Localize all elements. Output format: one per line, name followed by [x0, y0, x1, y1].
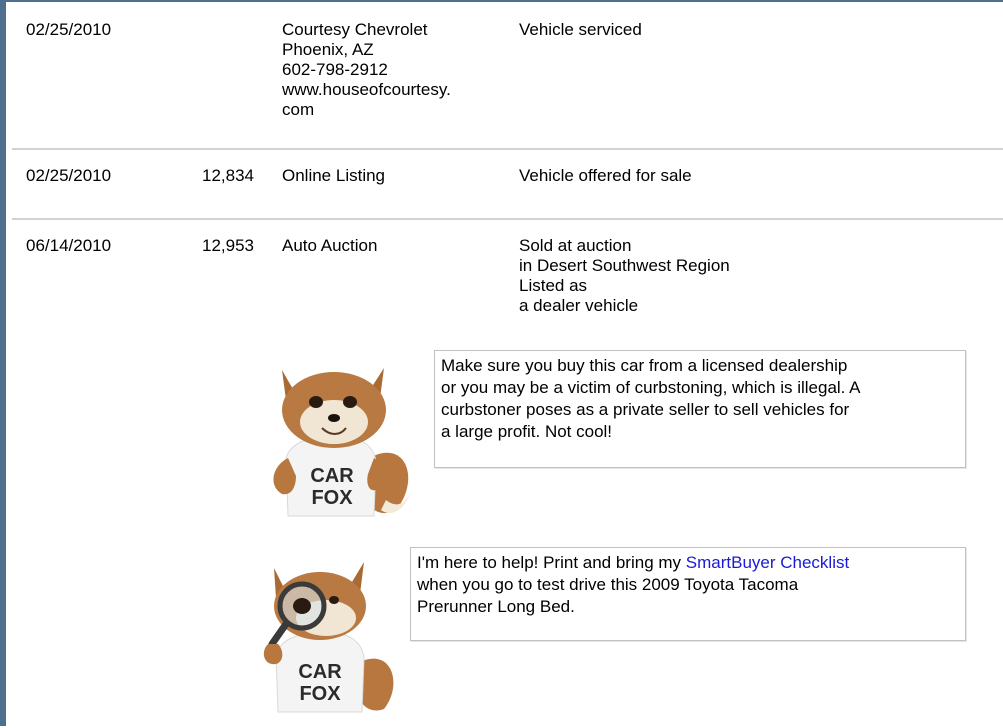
tip-line: when you go to test drive this 2009 Toyo… [417, 575, 799, 594]
record-details: Sold at auction in Desert Southwest Regi… [519, 236, 730, 316]
source-line: Courtesy Chevrolet [282, 20, 428, 39]
carfox-magnifier-mascot-image: CAR FOX [263, 562, 394, 713]
history-record: 02/25/2010 12,834 Online Listing Vehicle… [12, 150, 1003, 220]
source-line: Online Listing [282, 166, 386, 185]
detail-line: in Desert Southwest Region [519, 256, 730, 275]
fox-shirt-text: CAR [310, 465, 354, 487]
record-odometer: 12,834 [202, 166, 254, 185]
detail-line: Vehicle offered for sale [519, 166, 692, 185]
source-line: www.houseofcourtesy. [282, 80, 451, 99]
record-source: Auto Auction [282, 236, 377, 256]
source-line: Phoenix, AZ [282, 40, 374, 59]
history-record: 06/14/2010 12,953 Auto Auction Sold at a… [12, 220, 1003, 728]
carfox-mascot-image: CAR FOX [273, 368, 411, 517]
record-odometer: 12,953 [202, 236, 254, 255]
record-source: Online Listing [282, 166, 385, 186]
record-details: Vehicle offered for sale [519, 166, 692, 186]
tip-line: Prerunner Long Bed. [417, 597, 575, 616]
record-details: Vehicle serviced [519, 20, 642, 40]
history-panel: 02/25/2010 Courtesy Chevrolet Phoenix, A… [0, 0, 1003, 726]
detail-line: a dealer vehicle [519, 296, 639, 315]
history-record: 02/25/2010 Courtesy Chevrolet Phoenix, A… [12, 4, 1003, 150]
source-line: 602-798-2912 [282, 60, 388, 79]
fox-nose-shape [328, 414, 340, 422]
tip-line: Make sure you buy this car from a licens… [441, 356, 848, 375]
fox-arm-shape [263, 644, 283, 665]
record-date: 02/25/2010 [26, 20, 112, 39]
fox-shirt-text: FOX [299, 683, 341, 705]
fox-eye-shape [309, 396, 323, 408]
source-line: Auto Auction [282, 236, 378, 255]
tip-line: a large profit. Not cool! [441, 422, 613, 441]
smartbuyer-tip-callout: I'm here to help! Print and bring my Sma… [410, 547, 966, 641]
detail-line: Sold at auction [519, 236, 632, 255]
magnifying-glass-handle-shape [268, 620, 290, 648]
record-source: Courtesy Chevrolet Phoenix, AZ 602-798-2… [282, 20, 451, 120]
record-date: 06/14/2010 [26, 236, 112, 255]
detail-line: Vehicle serviced [519, 20, 642, 39]
fox-shirt-text: FOX [311, 487, 353, 509]
smartbuyer-checklist-link[interactable]: SmartBuyer Checklist [686, 553, 849, 572]
curbstoning-tip-callout: Make sure you buy this car from a licens… [434, 350, 966, 468]
tip-line: I'm here to help! Print and bring my Sma… [417, 552, 959, 574]
tip-text: I'm here to help! Print and bring my [417, 553, 686, 572]
fox-shirt-text: CAR [298, 661, 342, 683]
detail-line: Listed as [519, 276, 588, 295]
tip-line: curbstoner poses as a private seller to … [441, 400, 850, 419]
source-line: com [282, 100, 315, 119]
tip-line: or you may be a victim of curbstoning, w… [441, 378, 861, 397]
fox-eye-shape [343, 396, 357, 408]
fox-magnified-eye-shape [293, 598, 311, 614]
fox-eye-shape [329, 596, 339, 604]
record-date: 02/25/2010 [26, 166, 112, 185]
